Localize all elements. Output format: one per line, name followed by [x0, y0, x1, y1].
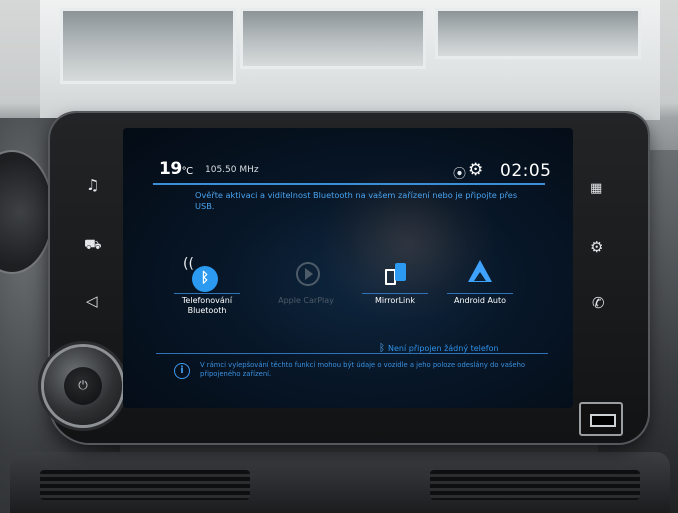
temperature-value: 19 [159, 159, 182, 179]
location-icon: ⦿ [453, 167, 467, 182]
navigation-icon[interactable]: ◁ [86, 294, 98, 309]
knob-center[interactable]: ⏻ [64, 367, 102, 405]
app-label: Apple CarPlay [278, 296, 334, 305]
tile-underline [273, 293, 339, 294]
bluetooth-phone-icon: (( ᛒ [183, 256, 225, 292]
window-pane [435, 8, 641, 59]
radio-frequency[interactable]: 105.50 MHz [205, 165, 259, 175]
bluetooth-notice: Ověřte aktivaci a viditelnost Bluetooth … [195, 190, 518, 211]
app-label: Android Auto [453, 296, 507, 305]
tile-underline [447, 293, 513, 294]
status-bar: 19°C 105.50 MHz ⦿ ⚙ 02:05 [123, 128, 573, 185]
usb-slot [590, 414, 616, 427]
bluetooth-badge: ᛒ [192, 266, 218, 292]
android-auto-icon [462, 260, 498, 290]
phone-screen [395, 263, 406, 281]
carplay-icon [288, 260, 324, 290]
touchscreen: 19°C 105.50 MHz ⦿ ⚙ 02:05 Ověřte aktivac… [123, 128, 573, 408]
settings-icon[interactable]: ⚙ [590, 240, 603, 255]
app-tile-bluetooth-telephony[interactable]: (( ᛒ Telefonování Bluetooth [167, 256, 247, 316]
arrow-cutout [474, 272, 486, 281]
air-vent [40, 470, 250, 500]
car-window [40, 0, 660, 120]
temperature: 19°C [159, 159, 193, 179]
music-icon[interactable]: ♫ [86, 178, 99, 193]
volume-knob[interactable]: ⏻ [44, 347, 122, 425]
bluetooth-icon: ᛒ [200, 270, 210, 286]
power-icon: ⏻ [78, 378, 88, 392]
status-divider [153, 183, 545, 185]
app-label: MirrorLink [375, 296, 415, 305]
connection-status-text: Není připojen žádný telefon [388, 344, 499, 353]
apps-grid-icon[interactable]: ▦ [590, 182, 602, 195]
app-label: Telefonování Bluetooth [181, 296, 233, 315]
window-pane [60, 8, 236, 84]
temperature-unit: °C [181, 166, 193, 177]
clock: 02:05 [500, 161, 552, 181]
play-icon [305, 268, 313, 280]
info-icon: i [174, 363, 190, 379]
app-tile-android-auto[interactable]: Android Auto [440, 260, 520, 306]
phone-icon[interactable]: ✆ [592, 296, 605, 311]
info-bar[interactable]: i V rámci vylepšování těchto funkcí moho… [156, 353, 548, 386]
air-vent [430, 470, 640, 500]
tile-underline [362, 293, 428, 294]
mirrorlink-icon [377, 260, 413, 290]
play-circle [296, 262, 320, 286]
app-tile-mirrorlink[interactable]: MirrorLink [355, 260, 435, 306]
info-text: V rámci vylepšování těchto funkcí mohou … [200, 361, 526, 378]
window-pane [240, 8, 426, 69]
usb-port [579, 402, 623, 436]
app-tile-apple-carplay[interactable]: Apple CarPlay [266, 260, 346, 306]
gear-icon: ⚙ [468, 160, 484, 180]
car-icon[interactable]: ⛟ [84, 238, 102, 252]
tile-underline [174, 293, 240, 294]
